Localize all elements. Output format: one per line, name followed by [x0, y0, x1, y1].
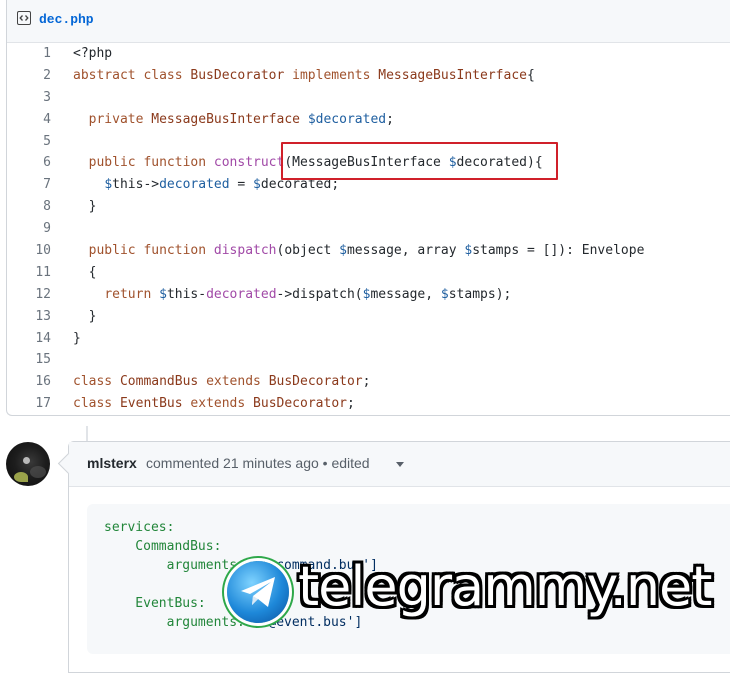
code-line: 12 return $this-decorated->dispatch($mes… — [7, 284, 730, 306]
code-line: 8 } — [7, 196, 730, 218]
line-code: { — [73, 264, 97, 280]
code-line: 3 — [7, 87, 730, 109]
line-code: } — [73, 308, 97, 324]
code-line: 10 public function dispatch(object $mess… — [7, 240, 730, 262]
code-line: 9 — [7, 218, 730, 240]
yaml-line: EventBus: — [104, 596, 206, 611]
line-number[interactable]: 9 — [7, 218, 51, 240]
yaml-line: CommandBus: — [104, 539, 222, 554]
code-line: 17 class EventBus extends BusDecorator; — [7, 393, 730, 415]
line-number[interactable]: 5 — [7, 131, 51, 153]
comment-author-link[interactable]: mlsterx — [87, 455, 137, 471]
watermark-text: telegrammy.net — [298, 555, 712, 618]
code-line: 15 — [7, 349, 730, 371]
line-code: abstract class BusDecorator implements M… — [73, 67, 535, 83]
comment-header: mlsterx commented 21 minutes ago • edite… — [57, 442, 730, 487]
code-line: 1 <?php — [7, 43, 730, 65]
line-number[interactable]: 14 — [7, 328, 51, 350]
line-number[interactable]: 15 — [7, 349, 51, 371]
line-code: class EventBus extends BusDecorator; — [73, 396, 355, 412]
code-line: 13 } — [7, 306, 730, 328]
line-number[interactable]: 4 — [7, 109, 51, 131]
line-number[interactable]: 11 — [7, 262, 51, 284]
highlight-annotation — [281, 142, 558, 180]
line-code: } — [73, 199, 97, 215]
line-number[interactable]: 3 — [7, 87, 51, 109]
line-number[interactable]: 2 — [7, 65, 51, 87]
line-code: return $this-decorated->dispatch($messag… — [104, 286, 512, 302]
file-box: dec.php 1 <?php 2 abstract class BusDecorat… — [6, 0, 730, 416]
line-code: <?php — [73, 46, 113, 61]
telegram-logo-icon — [227, 561, 289, 623]
comment-meta: commented 21 minutes ago • edited — [146, 455, 370, 471]
line-code: class CommandBus extends BusDecorator; — [73, 374, 371, 390]
timeline-connector — [86, 426, 88, 442]
file-header: dec.php — [7, 0, 730, 43]
line-number[interactable]: 17 — [7, 393, 51, 415]
code-line: 14} — [7, 328, 730, 350]
line-number[interactable]: 13 — [7, 306, 51, 328]
line-code: } — [73, 330, 81, 346]
yaml-line: services: — [104, 520, 175, 535]
line-number[interactable]: 8 — [7, 196, 51, 218]
line-number[interactable]: 6 — [7, 152, 51, 174]
avatar[interactable] — [6, 442, 50, 486]
line-code: private MessageBusInterface $decorated; — [88, 111, 394, 127]
line-number[interactable]: 7 — [7, 174, 51, 196]
file-name-link[interactable]: dec.php — [39, 12, 94, 27]
code-line: 16 class CommandBus extends BusDecorator; — [7, 371, 730, 393]
edited-dropdown-chevron-icon[interactable] — [396, 462, 404, 467]
line-number[interactable]: 10 — [7, 240, 51, 262]
code-line: 4 private MessageBusInterface $decorated… — [7, 109, 730, 131]
line-number[interactable]: 16 — [7, 371, 51, 393]
code-line: 11 { — [7, 262, 730, 284]
line-code: public function dispatch(object $message… — [88, 243, 645, 259]
code-listing: 1 <?php 2 abstract class BusDecorator imple… — [7, 43, 730, 415]
line-number[interactable]: 12 — [7, 284, 51, 306]
code-file-icon — [17, 11, 31, 25]
line-number[interactable]: 1 — [7, 43, 51, 65]
code-line: 2 abstract class BusDecorator implements … — [7, 65, 730, 87]
